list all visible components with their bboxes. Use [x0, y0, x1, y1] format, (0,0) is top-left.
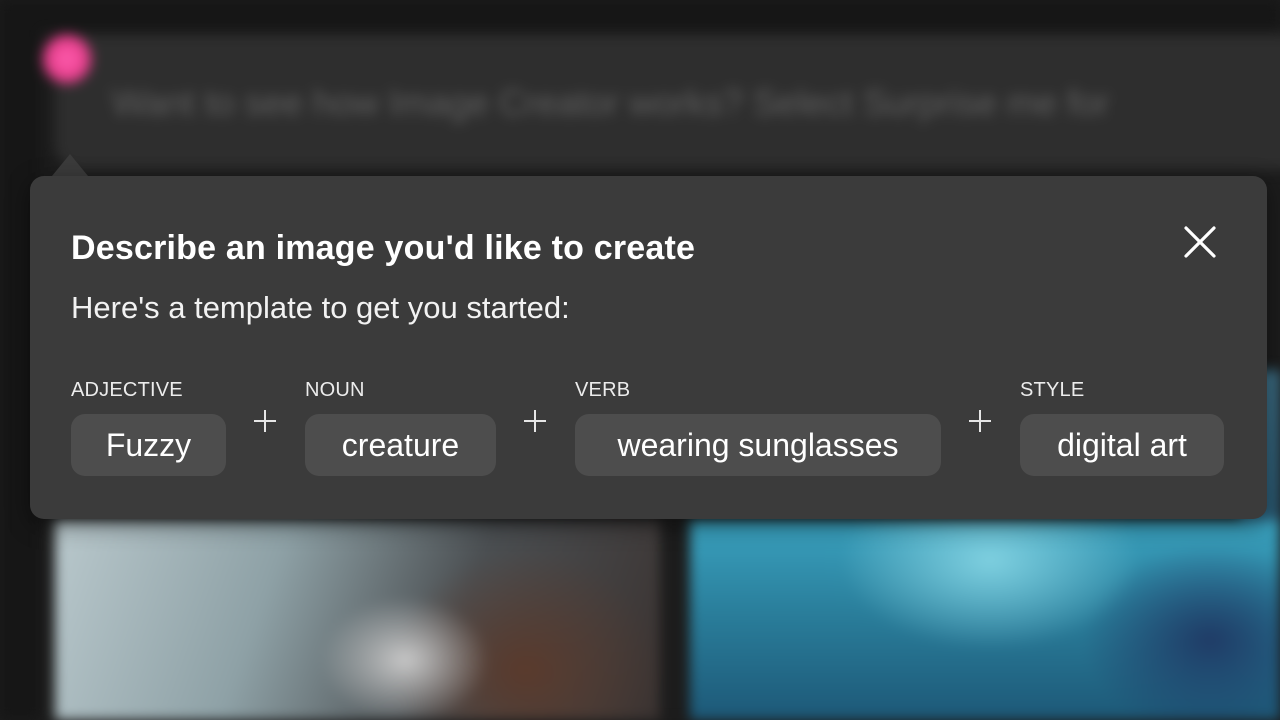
gallery-image-left[interactable] [55, 520, 660, 720]
close-button[interactable] [1180, 222, 1220, 262]
top-strip [0, 0, 1280, 30]
slot-label-verb: VERB [575, 379, 631, 401]
chip-style[interactable]: digital art [1020, 414, 1224, 476]
popover-subtitle: Here's a template to get you started: [71, 290, 570, 325]
plus-icon [250, 406, 280, 436]
close-icon [1184, 226, 1216, 258]
slot-label-style: STYLE [1020, 379, 1085, 401]
chip-adjective[interactable]: Fuzzy [71, 414, 226, 476]
plus-icon [965, 406, 995, 436]
prompt-placeholder: Want to see how Image Creator works? Sel… [112, 82, 1110, 123]
plus-icon [520, 406, 550, 436]
gallery-gap [660, 520, 690, 720]
gallery-image-right[interactable] [690, 520, 1280, 720]
chip-verb[interactable]: wearing sunglasses [575, 414, 941, 476]
template-popover: Describe an image you'd like to create H… [30, 176, 1267, 519]
chip-noun[interactable]: creature [305, 414, 496, 476]
slot-label-adjective: ADJECTIVE [71, 379, 183, 401]
slot-label-noun: NOUN [305, 379, 365, 401]
popover-caret [52, 154, 88, 176]
avatar-dot [42, 34, 92, 84]
popover-title: Describe an image you'd like to create [71, 229, 696, 267]
